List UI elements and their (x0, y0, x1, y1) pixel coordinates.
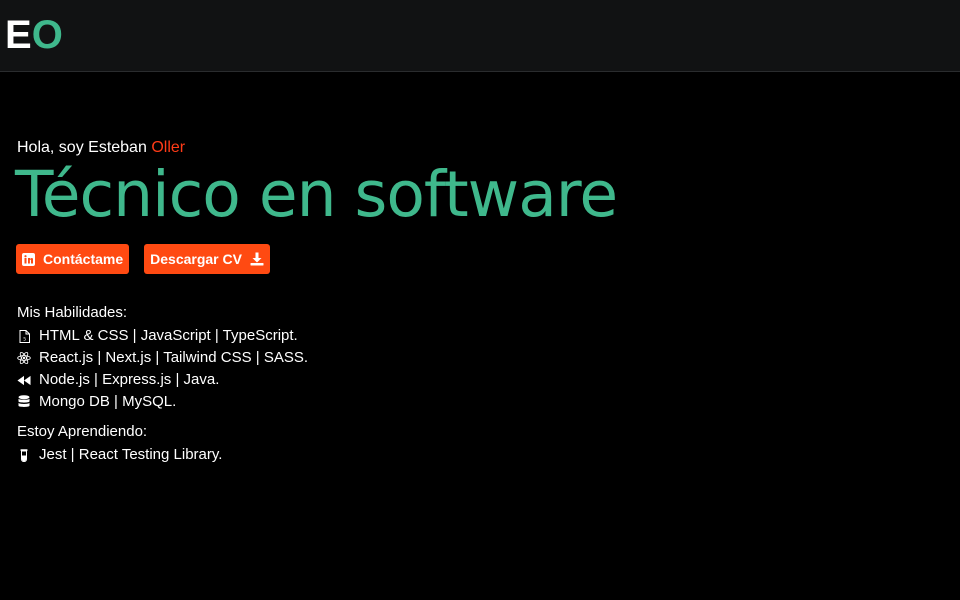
skills-title: Mis Habilidades: (17, 304, 128, 321)
learning-row: Jest | React Testing Library. (17, 444, 308, 466)
download-icon (250, 252, 264, 266)
hero-section: Hola, soy Esteban Oller Técnico en softw… (15, 137, 937, 233)
svg-text:5: 5 (23, 336, 26, 342)
greeting-text: Hola, soy Esteban (17, 139, 147, 156)
skill-row: Node.js | Express.js | Java. (17, 369, 308, 391)
greeting: Hola, soy Esteban Oller (17, 137, 937, 159)
learning-row-text: Jest | React Testing Library. (39, 446, 223, 463)
download-cv-button-label: Descargar CV (150, 251, 242, 267)
skills-section: Mis Habilidades: 5 HTML & CSS | JavaScri… (17, 302, 308, 466)
contact-button[interactable]: Contáctame (16, 244, 130, 274)
react-icon (17, 351, 31, 365)
logo-letter-o: O (31, 13, 63, 57)
backward-icon (17, 375, 31, 386)
logo[interactable]: EO (5, 12, 63, 58)
skill-row-text: Node.js | Express.js | Java. (39, 371, 220, 388)
skill-row: 5 HTML & CSS | JavaScript | TypeScript. (17, 325, 308, 347)
learning-title: Estoy Aprendiendo: (17, 423, 148, 440)
skill-row-text: HTML & CSS | JavaScript | TypeScript. (39, 327, 298, 344)
database-icon (17, 395, 31, 409)
linkedin-icon (22, 252, 35, 266)
test-tube-icon (17, 448, 31, 462)
skill-row: React.js | Next.js | Tailwind CSS | SASS… (17, 347, 308, 369)
navbar: EO (0, 0, 960, 72)
hero-buttons: Contáctame Descargar CV (16, 244, 270, 274)
skill-row: Mongo DB | MySQL. (17, 391, 308, 413)
download-cv-button[interactable]: Descargar CV (144, 244, 270, 274)
logo-letter-e: E (5, 13, 32, 57)
contact-button-label: Contáctame (43, 251, 124, 267)
page-title: Técnico en software (15, 158, 618, 231)
greeting-surname: Oller (151, 139, 186, 156)
skill-row-text: React.js | Next.js | Tailwind CSS | SASS… (39, 349, 309, 366)
html-file-icon: 5 (17, 329, 31, 343)
skill-row-text: Mongo DB | MySQL. (39, 393, 177, 410)
